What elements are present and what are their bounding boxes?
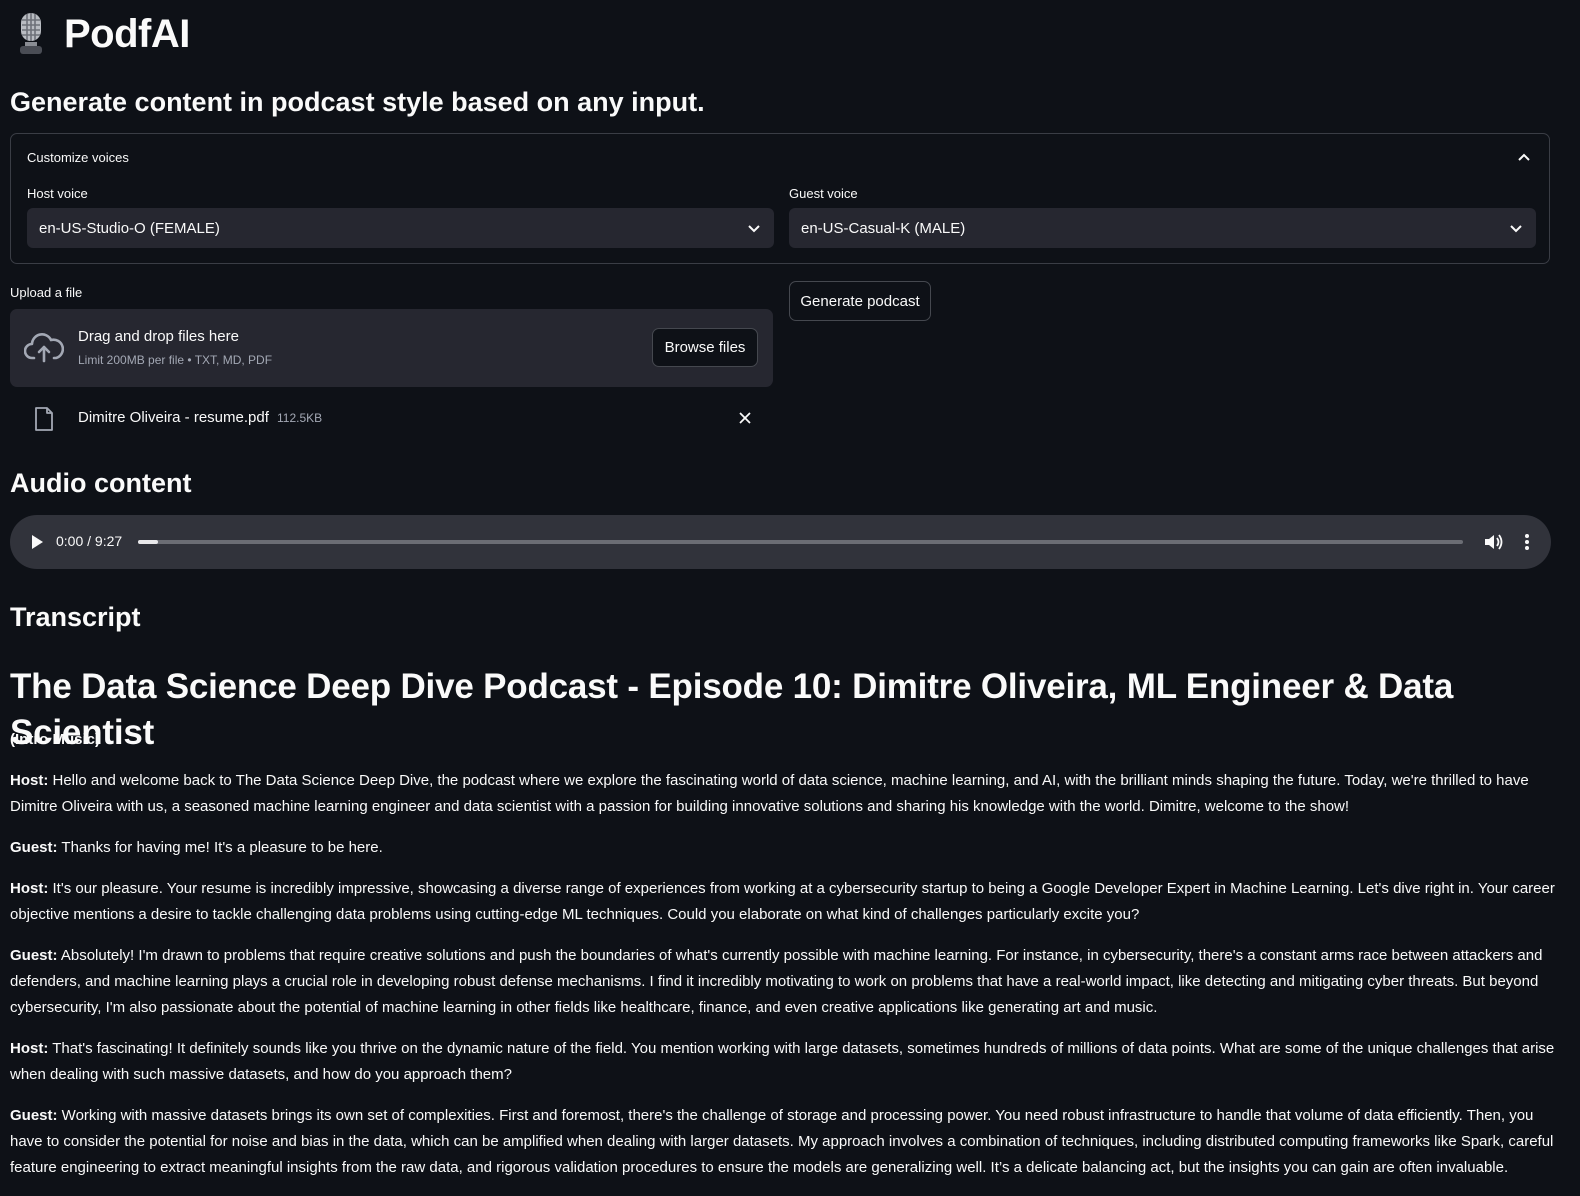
file-dropzone[interactable]: Drag and drop files here Limit 200MB per… — [10, 309, 773, 387]
microphone-icon — [20, 13, 42, 54]
voices-expander: Customize voices Host voice en-US-Studio… — [10, 133, 1550, 264]
speaker-label: Host: — [10, 880, 49, 897]
host-voice-value: en-US-Studio-O (FEMALE) — [39, 219, 220, 237]
audio-heading: Audio content — [10, 468, 192, 498]
line-text: It's our pleasure. Your resume is incred… — [10, 880, 1555, 923]
page-subtitle: Generate content in podcast style based … — [10, 87, 705, 117]
transcript-heading: Transcript — [10, 602, 141, 632]
line-text: Working with massive datasets brings its… — [10, 1107, 1554, 1176]
uploaded-file-item: Dimitre Oliveira - resume.pdf 112.5KB — [10, 398, 773, 438]
audio-progress-track[interactable] — [138, 540, 1463, 544]
audio-time: 0:00 / 9:27 — [56, 533, 123, 549]
chevron-down-icon — [748, 225, 760, 233]
speaker-label: Host: — [10, 1040, 49, 1057]
generate-podcast-button[interactable]: Generate podcast — [789, 281, 931, 321]
dropzone-title: Drag and drop files here — [78, 328, 239, 345]
close-icon[interactable] — [738, 411, 752, 425]
dropzone-limit: Limit 200MB per file • TXT, MD, PDF — [78, 353, 273, 367]
speaker-label: Guest: — [10, 947, 58, 964]
app-header: PodfAI — [12, 8, 190, 60]
expander-header[interactable]: Customize voices — [27, 150, 129, 165]
more-vertical-icon[interactable] — [1518, 532, 1536, 552]
audio-player[interactable]: 0:00 / 9:27 — [10, 515, 1551, 569]
guest-voice-select[interactable]: en-US-Casual-K (MALE) — [789, 208, 1536, 248]
volume-icon[interactable] — [1484, 533, 1504, 551]
play-icon[interactable] — [30, 534, 44, 550]
browse-files-button[interactable]: Browse files — [652, 328, 758, 367]
app-title: PodfAI — [64, 12, 190, 56]
line-text: Hello and welcome back to The Data Scien… — [10, 772, 1529, 815]
chevron-down-icon — [1510, 225, 1522, 233]
transcript-line: Host: Hello and welcome back to The Data… — [10, 768, 1555, 820]
file-name: Dimitre Oliveira - resume.pdf — [78, 409, 269, 426]
file-icon — [35, 407, 53, 431]
chevron-up-icon[interactable] — [1517, 150, 1531, 164]
speaker-label: Guest: — [10, 839, 58, 856]
audio-progress-fill[interactable] — [138, 540, 158, 544]
transcript-line: Guest: Thanks for having me! It's a plea… — [10, 835, 1555, 861]
line-text: That's fascinating! It definitely sounds… — [10, 1040, 1555, 1083]
transcript-intro: (Intro Music) — [10, 731, 100, 748]
host-voice-label: Host voice — [27, 186, 88, 201]
transcript-body: (Intro Music) Host: Hello and welcome ba… — [10, 727, 1555, 1196]
speaker-label: Guest: — [10, 1107, 58, 1124]
transcript-line: Guest: Absolutely! I'm drawn to problems… — [10, 943, 1555, 1021]
file-size: 112.5KB — [277, 411, 323, 425]
line-text: Thanks for having me! It's a pleasure to… — [57, 839, 383, 856]
cloud-upload-icon — [24, 333, 64, 363]
transcript-line: Host: That's fascinating! It definitely … — [10, 1036, 1555, 1088]
speaker-label: Host: — [10, 772, 49, 789]
host-voice-select[interactable]: en-US-Studio-O (FEMALE) — [27, 208, 774, 248]
transcript-line: Guest: Working with massive datasets bri… — [10, 1103, 1555, 1181]
guest-voice-value: en-US-Casual-K (MALE) — [801, 219, 966, 237]
line-text: Absolutely! I'm drawn to problems that r… — [10, 947, 1543, 1016]
transcript-line: Host: It's our pleasure. Your resume is … — [10, 876, 1555, 928]
upload-label: Upload a file — [10, 285, 83, 300]
guest-voice-label: Guest voice — [789, 186, 858, 201]
